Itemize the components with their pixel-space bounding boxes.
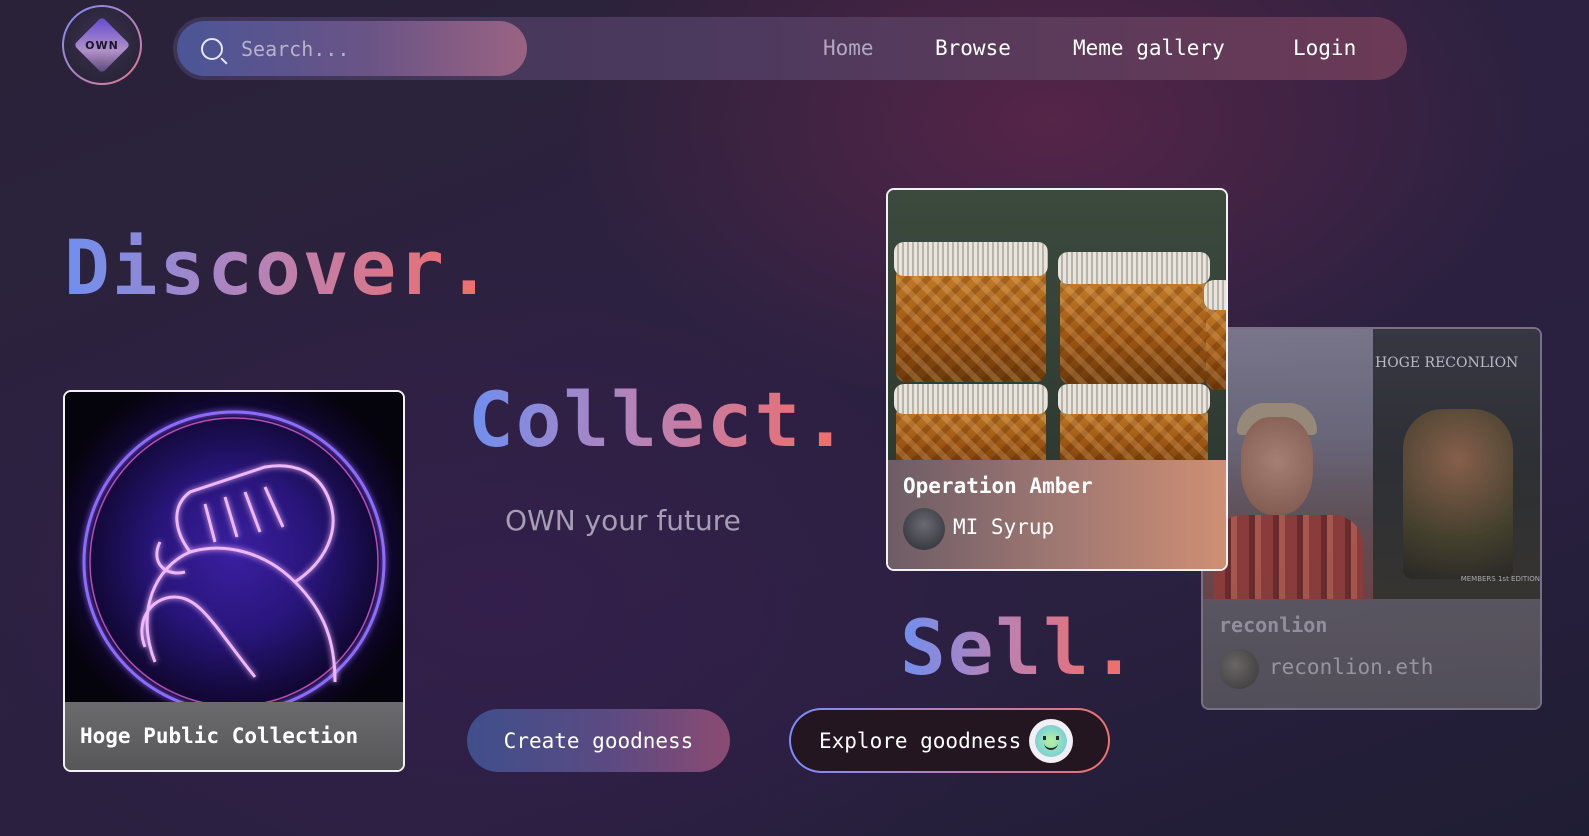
reconlion-card-footer: reconlion reconlion.eth xyxy=(1203,599,1540,708)
smiley-icon xyxy=(1029,718,1074,763)
headline-discover: Discover. xyxy=(64,230,494,306)
headline-collect-dot: . xyxy=(802,375,851,464)
amber-photo xyxy=(888,190,1226,472)
headline-discover-word: Discover xyxy=(64,223,447,312)
reconlion-card-title: reconlion xyxy=(1219,613,1328,637)
headline-sell-dot: . xyxy=(1091,603,1139,692)
logo-badge: OWN xyxy=(64,7,140,83)
headline-discover-dot: . xyxy=(446,223,494,312)
nav-login-link[interactable]: Login xyxy=(1293,17,1356,80)
card-hoge-public-collection[interactable]: Hoge Public Collection xyxy=(63,390,405,772)
own-logo[interactable]: OWN xyxy=(62,5,142,85)
jar-shape xyxy=(1060,272,1208,384)
search-input[interactable] xyxy=(239,35,503,62)
reconlion-poster-banner: HOGE RECONLION xyxy=(1375,355,1519,371)
reconlion-poster-sub: MEMBERS 1st EDITION xyxy=(1460,575,1540,583)
search-bar[interactable] xyxy=(177,21,527,76)
nav-home-link[interactable]: Home xyxy=(823,17,874,80)
card-operation-amber[interactable]: Operation Amber MI Syrup xyxy=(886,188,1228,571)
jar-lid-shape xyxy=(894,384,1048,414)
logo-text: OWN xyxy=(85,38,119,52)
headline-sell-word: Sell xyxy=(900,603,1092,692)
reconlion-creator-name[interactable]: reconlion.eth xyxy=(1269,655,1433,679)
search-icon[interactable] xyxy=(201,37,223,60)
amber-creator-avatar[interactable] xyxy=(903,508,945,550)
hoge-neon-icon xyxy=(82,410,386,704)
headline-sell: Sell. xyxy=(900,610,1139,686)
explore-goodness-button[interactable]: Explore goodness xyxy=(789,708,1110,773)
hoge-card-footer: Hoge Public Collection xyxy=(65,702,403,770)
hoge-card-title: Hoge Public Collection xyxy=(80,724,359,748)
explore-button-inner: Explore goodness xyxy=(791,710,1108,771)
top-navbar: Home Browse Meme gallery Login xyxy=(173,17,1407,80)
headline-collect-word: Collect xyxy=(468,375,803,464)
explore-button-label: Explore goodness xyxy=(819,728,1022,753)
amber-creator-name[interactable]: MI Syrup xyxy=(953,515,1054,539)
jar-lid-shape xyxy=(894,242,1048,276)
poster-figure-shape xyxy=(1403,409,1513,579)
reconlion-photo-poster: HOGE RECONLION MEMBERS 1st EDITION xyxy=(1373,329,1540,599)
jar-shape xyxy=(896,262,1046,382)
face-shape xyxy=(1241,417,1313,515)
tagline: OWN your future xyxy=(505,504,741,537)
jar-lid-shape xyxy=(1204,280,1226,310)
jar-lid-shape xyxy=(1058,384,1210,414)
shirt-shape xyxy=(1213,515,1363,599)
jar-lid-shape xyxy=(1058,252,1210,284)
amber-card-footer: Operation Amber MI Syrup xyxy=(888,460,1226,569)
amber-card-title: Operation Amber xyxy=(903,474,1093,498)
card-reconlion[interactable]: HOGE RECONLION MEMBERS 1st EDITION recon… xyxy=(1201,327,1542,710)
create-goodness-button[interactable]: Create goodness xyxy=(467,709,730,772)
hoge-artwork xyxy=(65,392,403,704)
smiley-face-icon xyxy=(1035,724,1068,757)
nav-browse-link[interactable]: Browse xyxy=(935,17,1011,80)
reconlion-photo-man xyxy=(1203,329,1373,599)
jar-shape xyxy=(1206,300,1226,390)
nav-meme-gallery-link[interactable]: Meme gallery xyxy=(1073,17,1225,80)
reconlion-creator-avatar[interactable] xyxy=(1219,649,1259,689)
headline-collect: Collect. xyxy=(468,382,850,458)
